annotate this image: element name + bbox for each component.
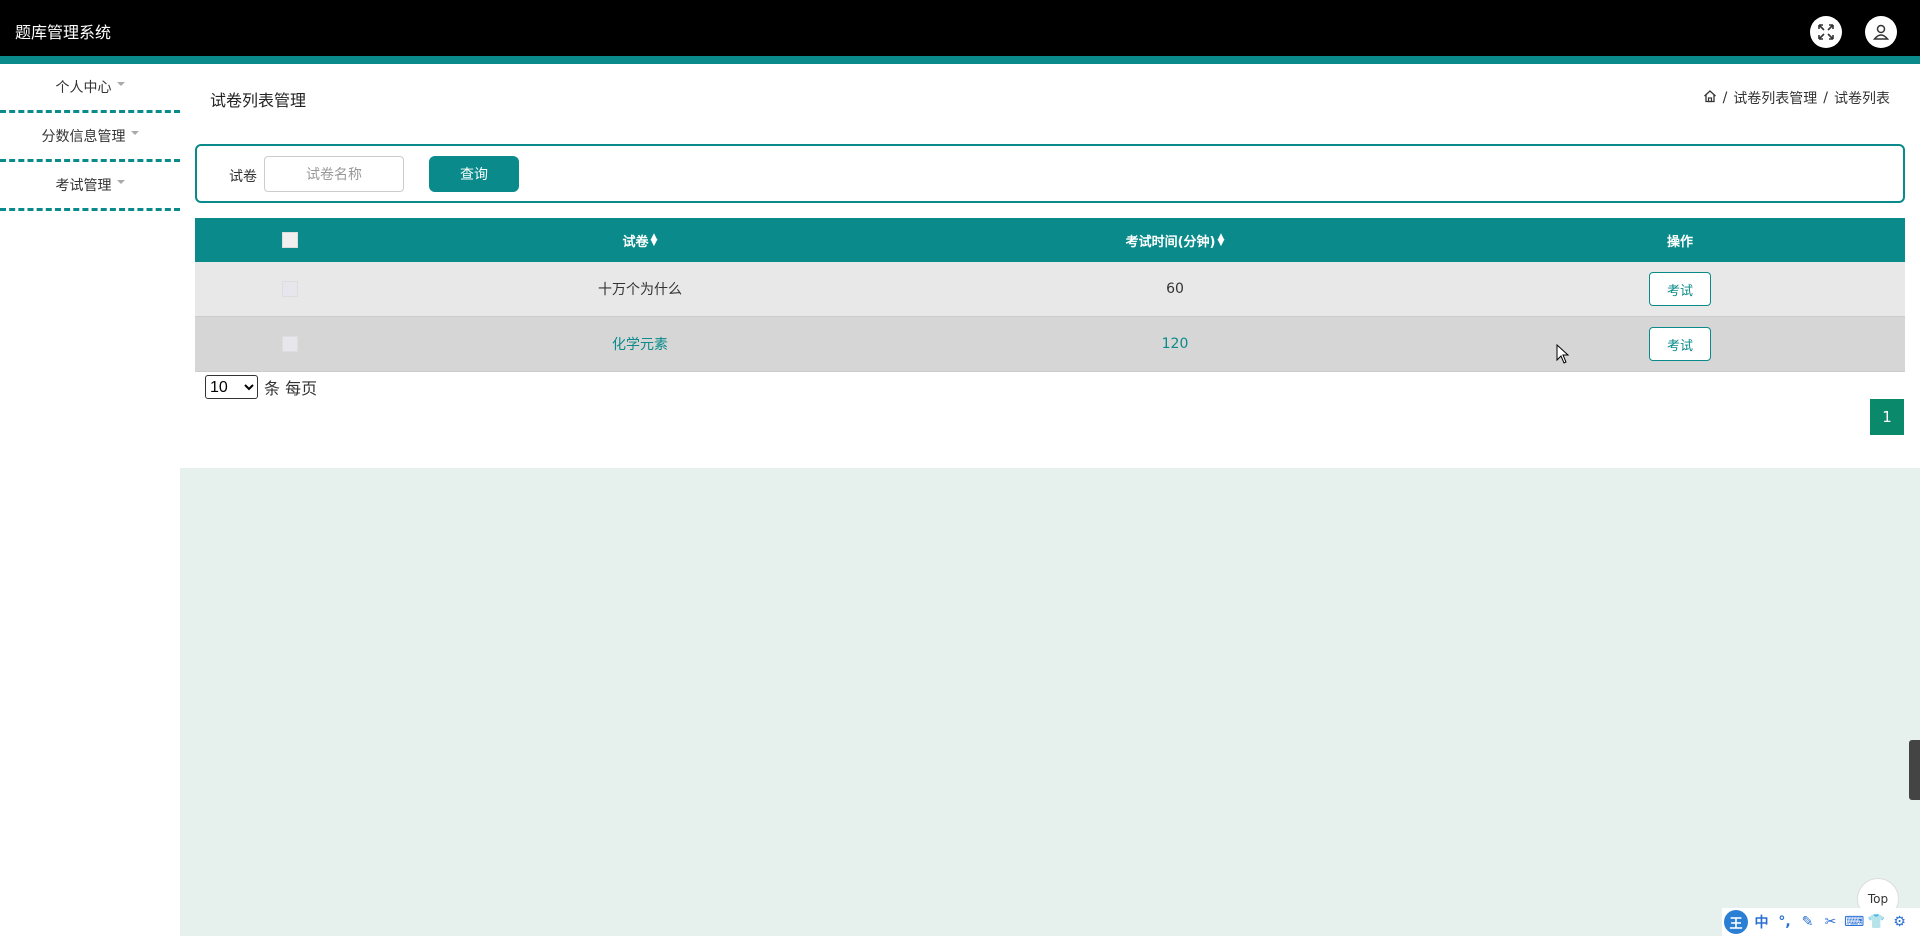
breadcrumb-item[interactable]: 试卷列表管理: [1733, 88, 1817, 108]
sidebar-item-label: 考试管理: [55, 178, 112, 194]
cell-paper-name: 十万个为什么: [598, 282, 682, 298]
sort-icon: ▲ ▼: [1217, 232, 1225, 248]
sidebar-item-personal-center[interactable]: 个人中心: [0, 64, 180, 113]
search-label: 试卷: [229, 169, 257, 185]
breadcrumb-item: 试卷列表: [1834, 91, 1890, 107]
caret-down-icon: [130, 131, 139, 135]
user-icon[interactable]: [1865, 16, 1897, 48]
sort-icon: ▲ ▼: [650, 232, 658, 248]
table-row: 化学元素 120 考试: [195, 317, 1905, 372]
sidebar-item-exam-management[interactable]: 考试管理: [0, 162, 180, 211]
ime-language-toggle[interactable]: 中: [1752, 912, 1771, 932]
column-header-label: 操作: [1666, 234, 1693, 250]
exam-paper-table: 试卷 ▲ ▼ 考试时间(分钟) ▲ ▼ 操作 十万个为什么 60 考试 化学元素…: [195, 218, 1905, 372]
cell-exam-time: 60: [1166, 281, 1184, 297]
page-title: 试卷列表管理: [210, 91, 307, 110]
cell-paper-name: 化学元素: [612, 337, 668, 353]
take-exam-button[interactable]: 考试: [1649, 272, 1711, 306]
cell-exam-time: 120: [1161, 336, 1189, 352]
ime-skin-icon[interactable]: 👕: [1867, 914, 1886, 930]
sidebar-item-label: 分数信息管理: [41, 129, 126, 145]
sidebar-item-label: 个人中心: [55, 80, 112, 96]
main-content: 试卷列表管理 / 试卷列表管理 / 试卷列表 试卷 查询 试卷: [180, 64, 1920, 936]
ime-handwriting-icon[interactable]: ✎: [1798, 914, 1817, 930]
column-header-label: 试卷: [622, 234, 649, 250]
ime-keyboard-icon[interactable]: ⌨: [1844, 914, 1864, 930]
ime-logo-icon[interactable]: 王: [1724, 910, 1748, 934]
row-checkbox[interactable]: [282, 336, 298, 352]
column-header-exam-time[interactable]: 考试时间(分钟) ▲ ▼: [895, 231, 1455, 250]
search-form: 试卷 查询: [195, 144, 1905, 203]
column-header-actions: 操作: [1455, 231, 1905, 250]
content-background: [180, 468, 1920, 936]
ime-settings-icon[interactable]: ⚙: [1890, 914, 1909, 930]
page-size-select[interactable]: 10: [205, 375, 258, 399]
app-title: 题库管理系统: [15, 23, 112, 42]
page-size-control: 10 条 每页: [205, 375, 317, 399]
select-all-checkbox[interactable]: [282, 232, 298, 248]
sidebar: 个人中心 分数信息管理 考试管理: [0, 64, 180, 211]
column-header-paper[interactable]: 试卷 ▲ ▼: [385, 231, 895, 250]
search-input[interactable]: [264, 156, 404, 192]
table-header: 试卷 ▲ ▼ 考试时间(分钟) ▲ ▼ 操作: [195, 218, 1905, 262]
content-panel: 试卷列表管理 / 试卷列表管理 / 试卷列表 试卷 查询 试卷: [180, 64, 1920, 468]
search-button[interactable]: 查询: [429, 156, 519, 192]
take-exam-button[interactable]: 考试: [1649, 327, 1711, 361]
sidebar-item-score-management[interactable]: 分数信息管理: [0, 113, 180, 162]
row-checkbox[interactable]: [282, 281, 298, 297]
breadcrumb-separator: /: [1722, 90, 1728, 106]
breadcrumb-separator: /: [1823, 90, 1828, 106]
mouse-cursor-icon: [1556, 344, 1570, 364]
ime-punctuation-icon[interactable]: °,: [1775, 914, 1794, 930]
ime-screenshot-icon[interactable]: ✂: [1821, 914, 1840, 930]
caret-down-icon: [116, 180, 125, 184]
table-row: 十万个为什么 60 考试: [195, 262, 1905, 317]
fullscreen-icon[interactable]: [1810, 16, 1842, 48]
caret-down-icon: [116, 82, 125, 86]
home-icon[interactable]: [1703, 89, 1717, 107]
pagination-page-button[interactable]: 1: [1870, 399, 1904, 435]
column-header-label: 考试时间(分钟): [1125, 234, 1216, 250]
page-size-suffix: 条 每页: [264, 379, 318, 398]
side-drawer-handle[interactable]: [1909, 740, 1920, 800]
header-accent-bar: [0, 56, 1920, 64]
ime-toolbar: 王 中 °, ✎ ✂ ⌨ 👕 ⚙: [1722, 908, 1920, 936]
breadcrumb: / 试卷列表管理 / 试卷列表: [1703, 88, 1890, 108]
top-bar: 题库管理系统: [0, 0, 1920, 56]
